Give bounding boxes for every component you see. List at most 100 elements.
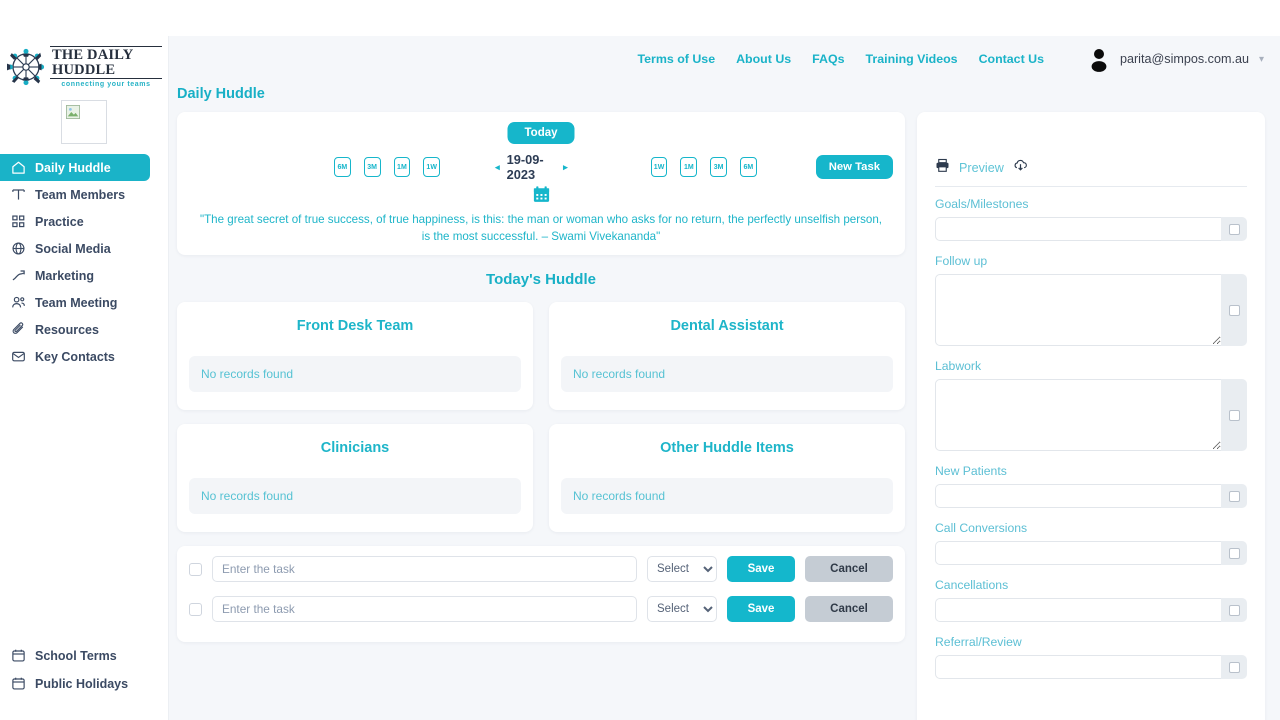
- call-conversions-checkbox[interactable]: [1229, 548, 1240, 559]
- task-entry-list: Select Save Cancel Select Save Cancel: [177, 546, 905, 642]
- nav-link-terms-of-use[interactable]: Terms of Use: [638, 52, 716, 66]
- sidebar-item-label: Public Holidays: [35, 677, 128, 691]
- preview-link[interactable]: Preview: [959, 161, 1004, 175]
- range-button-3m-future[interactable]: 3M: [710, 157, 727, 177]
- daily-quote: "The great secret of true success, of tr…: [189, 209, 893, 245]
- field-row-cancellations: [935, 598, 1247, 622]
- cancellations-input[interactable]: [935, 598, 1221, 622]
- empty-state-message: No records found: [561, 356, 893, 392]
- range-button-6m-future[interactable]: 6M: [740, 157, 757, 177]
- new-patients-checkbox[interactable]: [1229, 491, 1240, 502]
- today-button[interactable]: Today: [507, 122, 574, 144]
- save-button[interactable]: Save: [727, 556, 795, 582]
- labwork-textarea[interactable]: [935, 379, 1221, 451]
- range-button-1m-future[interactable]: 1M: [680, 157, 697, 177]
- left-column: Today 6M 3M 1M 1W ◂ 19-09-2023 ▸ 1W 1M: [177, 112, 905, 720]
- chevron-down-icon[interactable]: ▾: [1259, 54, 1264, 65]
- sidebar-item-daily-huddle[interactable]: Daily Huddle: [0, 154, 150, 181]
- nav-link-about-us[interactable]: About Us: [736, 52, 791, 66]
- sidebar-item-label: Social Media: [35, 242, 111, 256]
- sidebar-item-resources[interactable]: Resources: [0, 316, 150, 343]
- sidebar-item-label: Resources: [35, 323, 99, 337]
- table-row: Select Save Cancel: [189, 596, 893, 622]
- goals-milestones-checkbox[interactable]: [1229, 224, 1240, 235]
- range-button-1w-future[interactable]: 1W: [651, 157, 668, 177]
- brand-logo[interactable]: THE DAILY HUDDLE connecting your teams: [0, 36, 168, 88]
- app-root: THE DAILY HUDDLE connecting your teams D…: [0, 36, 1280, 720]
- call-conversions-checkbox-wrap: [1221, 541, 1247, 565]
- follow-up-checkbox[interactable]: [1229, 305, 1240, 316]
- next-date-arrow-icon[interactable]: ▸: [563, 162, 568, 173]
- top-navigation: Terms of Use About Us FAQs Training Vide…: [169, 36, 1280, 82]
- sidebar-item-key-contacts[interactable]: Key Contacts: [0, 343, 150, 370]
- field-row-labwork: [935, 379, 1247, 451]
- user-menu[interactable]: parita@simpos.com.au ▾: [1086, 46, 1264, 72]
- field-label-referral-review: Referral/Review: [935, 635, 1247, 649]
- field-label-follow-up: Follow up: [935, 254, 1247, 268]
- sidebar-item-public-holidays[interactable]: Public Holidays: [0, 670, 150, 697]
- task-input[interactable]: [212, 556, 637, 582]
- sidebar-item-team-members[interactable]: Team Members: [0, 181, 150, 208]
- task-select[interactable]: Select: [647, 556, 717, 582]
- broken-image-placeholder: [61, 100, 107, 144]
- text-t-icon: [10, 187, 26, 203]
- grid-squares-icon: [10, 214, 26, 230]
- huddle-card-dental-assistant: Dental Assistant No records found: [549, 302, 905, 410]
- cancel-button[interactable]: Cancel: [805, 556, 893, 582]
- sidebar-item-label: Key Contacts: [35, 350, 115, 364]
- sidebar: THE DAILY HUDDLE connecting your teams D…: [0, 36, 169, 720]
- right-column: Preview Goals/Milestones: [917, 112, 1265, 720]
- download-icon[interactable]: [1013, 158, 1028, 178]
- new-patients-input[interactable]: [935, 484, 1221, 508]
- print-icon[interactable]: [935, 158, 950, 178]
- range-button-1w-past[interactable]: 1W: [423, 157, 440, 177]
- cancellations-checkbox[interactable]: [1229, 605, 1240, 616]
- save-button[interactable]: Save: [727, 596, 795, 622]
- sidebar-item-social-media[interactable]: Social Media: [0, 235, 150, 262]
- sidebar-item-practice[interactable]: Practice: [0, 208, 150, 235]
- task-checkbox[interactable]: [189, 603, 202, 616]
- huddle-card-other-huddle-items: Other Huddle Items No records found: [549, 424, 905, 532]
- task-input[interactable]: [212, 596, 637, 622]
- range-button-6m-past[interactable]: 6M: [334, 157, 351, 177]
- task-checkbox[interactable]: [189, 563, 202, 576]
- field-label-cancellations: Cancellations: [935, 578, 1247, 592]
- referral-review-input[interactable]: [935, 655, 1221, 679]
- huddle-card-front-desk-team: Front Desk Team No records found: [177, 302, 533, 410]
- referral-review-checkbox[interactable]: [1229, 662, 1240, 673]
- range-button-1m-past[interactable]: 1M: [394, 157, 411, 177]
- nav-link-training-videos[interactable]: Training Videos: [866, 52, 958, 66]
- task-select[interactable]: Select: [647, 596, 717, 622]
- field-row-new-patients: [935, 484, 1247, 508]
- sidebar-item-team-meeting[interactable]: Team Meeting: [0, 289, 150, 316]
- section-title-todays-huddle: Today's Huddle: [177, 255, 905, 302]
- sidebar-item-school-terms[interactable]: School Terms: [0, 642, 150, 669]
- follow-up-textarea[interactable]: [935, 274, 1221, 346]
- labwork-checkbox[interactable]: [1229, 410, 1240, 421]
- cancel-button[interactable]: Cancel: [805, 596, 893, 622]
- page-title: Daily Huddle: [169, 82, 1280, 102]
- labwork-checkbox-wrap: [1221, 379, 1247, 451]
- sidebar-item-marketing[interactable]: Marketing: [0, 262, 150, 289]
- avatar: [1086, 46, 1112, 72]
- sidebar-item-label: School Terms: [35, 649, 117, 663]
- nav-link-contact-us[interactable]: Contact Us: [979, 52, 1044, 66]
- current-date-label: 19-09-2023: [507, 152, 557, 182]
- home-icon: [10, 160, 26, 176]
- huddle-cards-row-1: Front Desk Team No records found Dental …: [177, 302, 905, 410]
- content-columns: Today 6M 3M 1M 1W ◂ 19-09-2023 ▸ 1W 1M: [169, 102, 1280, 720]
- call-conversions-input[interactable]: [935, 541, 1221, 565]
- new-task-button[interactable]: New Task: [816, 155, 893, 179]
- calendar-icon: [532, 185, 551, 204]
- prev-date-arrow-icon[interactable]: ◂: [495, 162, 500, 173]
- sidebar-item-label: Team Members: [35, 188, 125, 202]
- date-navigation-bar: Today 6M 3M 1M 1W ◂ 19-09-2023 ▸ 1W 1M: [177, 112, 905, 255]
- field-label-call-conversions: Call Conversions: [935, 521, 1247, 535]
- field-label-new-patients: New Patients: [935, 464, 1247, 478]
- goals-milestones-input[interactable]: [935, 217, 1221, 241]
- nav-link-faqs[interactable]: FAQs: [812, 52, 844, 66]
- calendar-picker[interactable]: [189, 185, 893, 209]
- range-button-3m-past[interactable]: 3M: [364, 157, 381, 177]
- sidebar-item-label: Team Meeting: [35, 296, 117, 310]
- table-row: Select Save Cancel: [189, 556, 893, 582]
